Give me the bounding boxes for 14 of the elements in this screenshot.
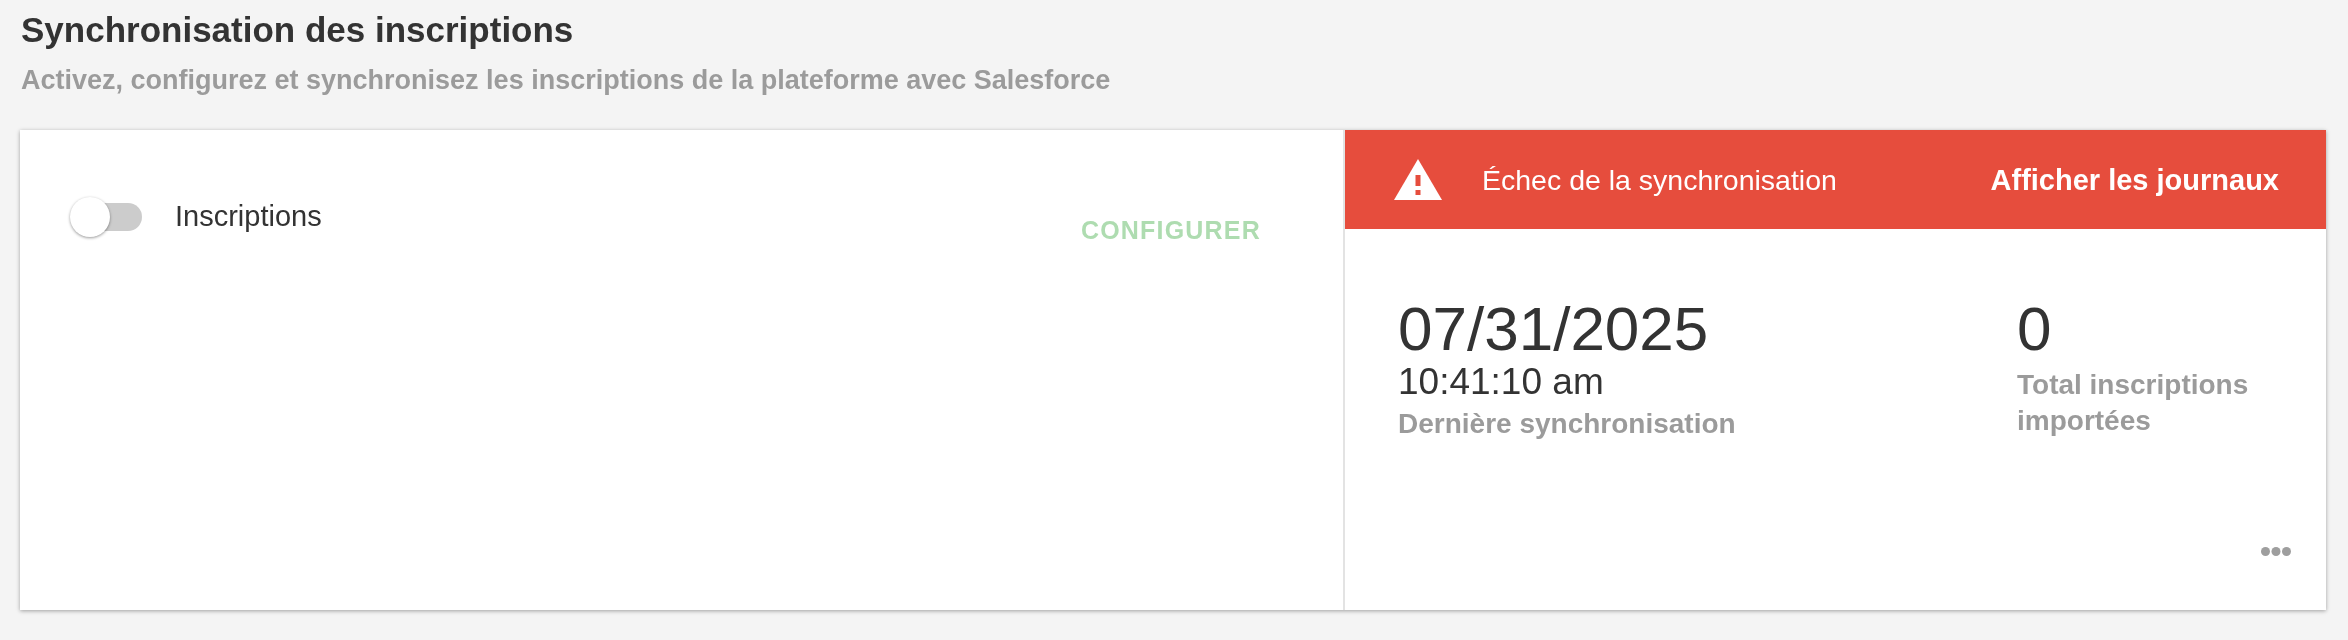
- warning-icon: [1393, 158, 1443, 201]
- last-sync-label: Dernière synchronisation: [1398, 407, 1736, 441]
- more-options-button[interactable]: [2261, 547, 2291, 556]
- view-logs-link[interactable]: Afficher les journaux: [1990, 161, 2279, 198]
- last-sync-date: 07/31/2025: [1398, 297, 1709, 361]
- total-label: Total inscriptions importées: [2017, 368, 2250, 438]
- toggle-label: Inscriptions: [175, 199, 322, 234]
- status-message: Échec de la synchronisation: [1482, 162, 1837, 198]
- page-title: Synchronisation des inscriptions: [21, 10, 574, 50]
- last-sync-time: 10:41:10 am: [1398, 361, 1604, 403]
- page-subtitle: Activez, configurez et synchronisez les inscriptions de la plateforme avec Salesforce: [21, 64, 1111, 96]
- toggle-switch[interactable]: [70, 197, 142, 237]
- ellipsis-icon: [2261, 547, 2291, 556]
- total-count: 0: [2017, 297, 2052, 361]
